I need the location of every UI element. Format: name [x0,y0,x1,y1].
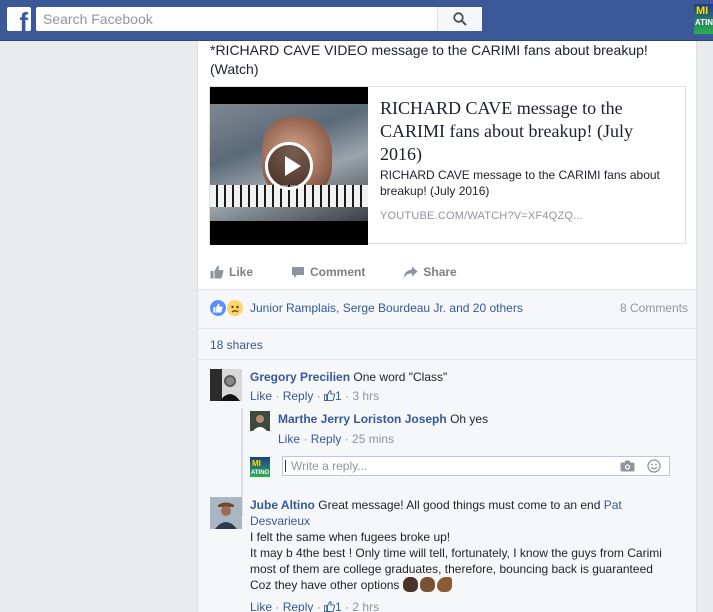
post-text: *RICHARD CAVE VIDEO message to the CARIM… [210,42,648,77]
link-title[interactable]: RICHARD CAVE message to the CARIMI fans … [380,97,670,166]
avatar[interactable] [250,411,270,431]
post-card: *RICHARD CAVE VIDEO message to the CARIM… [197,41,697,612]
avatar: MI ATINO [250,457,270,477]
reactions-row[interactable]: Junior Ramplais, Serge Bourdeau Jr. and … [210,298,688,318]
svg-text:MI: MI [252,459,261,468]
comment-author[interactable]: Jube Altino [250,498,315,512]
comment-reply-item: Marthe Jerry Loriston Joseph Oh yes Like… [250,411,688,447]
search-button[interactable] [437,7,482,31]
comment-reply-link[interactable]: Reply [283,600,314,612]
like-button[interactable]: Like [210,261,253,283]
comment-like-link[interactable]: Like [278,432,300,446]
svg-text:ATINO: ATINO [251,470,270,476]
top-bar: f Search Facebook MI ATINO [0,0,713,41]
comment-like-link[interactable]: Like [250,600,272,612]
shares-row: 18 shares [198,328,696,360]
search-icon [453,12,467,26]
share-label: Share [423,265,457,279]
like-label: Like [229,265,254,279]
share-button[interactable]: Share [403,261,457,283]
facebook-logo[interactable]: f [7,7,31,31]
comment-like-link[interactable]: Like [250,389,272,403]
shares-count[interactable]: 18 shares [210,338,263,352]
avatar[interactable] [210,497,242,529]
comments-count[interactable]: 8 Comments [620,301,688,315]
comment-line-with-emoji: Coz they have other options [250,577,680,593]
comment-meta: Like · Reply · 25 mins [278,432,395,446]
comment-like-count[interactable]: 1 [335,600,342,612]
link-url: YOUTUBE.COM/WATCH?V=XF4QZQ... [380,210,583,222]
comment-item: Jube Altino Great message! All good thin… [210,497,688,612]
search-input[interactable]: Search Facebook [36,7,482,31]
thumbs-up-icon [323,601,336,612]
thumbs-up-icon [210,265,224,279]
comment-line: I felt the same when fugees broke up! [250,530,451,544]
page-badge-line2: ATINO [695,18,713,27]
comment-reply-link[interactable]: Reply [311,432,342,446]
comment-text: Great message! All good things must come… [318,498,601,512]
comment-icon [292,266,305,278]
post-actions: Like Comment Share [210,261,690,283]
comment-like-count[interactable]: 1 [335,389,342,403]
thumbs-up-icon [323,390,336,402]
fist-emoji-icon [402,577,418,592]
sad-reaction-icon [227,300,243,316]
search-placeholder: Search Facebook [43,11,153,27]
reply-placeholder: Write a reply... [291,459,368,473]
comment-line: It may b 4the best ! Only time will tell… [250,546,662,560]
comment-time[interactable]: 3 hrs [352,389,379,403]
play-icon[interactable] [265,142,313,190]
comment-label: Comment [310,265,366,279]
comment-body: Marthe Jerry Loriston Joseph Oh yes Like… [278,411,688,447]
comment-author[interactable]: Gregory Precilien [250,370,350,384]
comment-text: Oh yes [450,412,489,426]
facebook-logo-glyph: f [19,7,28,31]
comment-body: Gregory Precilien One word "Class" Like … [250,369,680,404]
fist-emoji-icon [419,577,435,592]
comment-item: Gregory Precilien One word "Class" Like … [210,369,688,409]
camera-icon[interactable] [620,460,635,472]
reply-avatar: MI ATINO [250,457,270,477]
link-preview[interactable]: RICHARD CAVE message to the CARIMI fans … [209,86,686,245]
comments-section: Junior Ramplais, Serge Bourdeau Jr. and … [198,289,696,612]
page-badge-logo[interactable]: MI ATINO [694,4,713,34]
comment-author[interactable]: Marthe Jerry Loriston Joseph [278,412,447,426]
video-thumbnail[interactable] [210,87,368,245]
avatar[interactable] [210,369,242,401]
comment-text: One word "Class" [353,370,448,384]
comment-button[interactable]: Comment [291,261,365,283]
comment-line: most of them are college graduates, ther… [250,562,653,576]
comment-time[interactable]: 2 hrs [352,600,379,612]
flexed-arm-emoji-icon [436,577,452,592]
comment-meta: Like · Reply · 1 · 2 hrs [250,600,380,612]
comment-reply-link[interactable]: Reply [283,389,314,403]
emoji-icon[interactable] [647,459,661,473]
reply-input[interactable]: Write a reply... [282,456,670,476]
page-badge-line1: MI [696,5,709,17]
comment-time[interactable]: 25 mins [352,432,394,446]
link-description: RICHARD CAVE message to the CARIMI fans … [380,168,660,198]
comment-body: Jube Altino Great message! All good thin… [250,497,680,612]
share-arrow-icon [403,266,418,278]
like-reaction-icon [210,300,226,316]
comment-meta: Like · Reply · 1 · 3 hrs [250,389,380,403]
reaction-names[interactable]: Junior Ramplais, Serge Bourdeau Jr. and … [250,301,523,315]
comment-line: Coz they have other options [250,578,400,592]
